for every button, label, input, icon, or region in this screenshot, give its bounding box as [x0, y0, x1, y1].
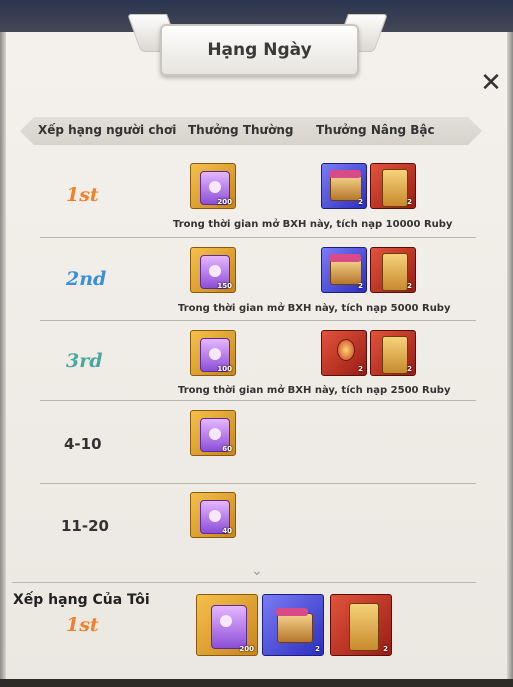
my-rank-value: 1st: [66, 614, 99, 636]
chest-icon: [276, 608, 313, 643]
reward-qty: 2: [358, 198, 363, 206]
reward-scroll-upgrade[interactable]: 2: [370, 163, 416, 209]
rank-range: 4-10: [64, 435, 102, 453]
rank-range: 11-20: [61, 517, 109, 535]
reward-qty: 2: [383, 645, 388, 653]
reward-chest-upgrade[interactable]: 2: [321, 163, 367, 209]
page-title: Hạng Ngày: [207, 40, 312, 60]
section-divider: [12, 582, 476, 583]
badge-icon: [337, 339, 355, 361]
row-divider: [40, 237, 476, 238]
scroll-icon: [382, 169, 408, 207]
rank-3rd: 3rd: [66, 350, 103, 372]
reward-qty: 2: [358, 365, 363, 373]
row-divider: [40, 320, 476, 321]
reward-chest-upgrade[interactable]: 2: [321, 247, 367, 293]
scroll-icon: [382, 253, 408, 291]
my-rank-label: Xếp hạng Của Tôi: [13, 592, 150, 608]
close-icon[interactable]: ✕: [478, 70, 504, 96]
reward-qty: 2: [407, 198, 412, 206]
reward-qty: 100: [217, 365, 232, 373]
scroll-icon: [349, 603, 379, 651]
scroll-icon: [382, 336, 408, 374]
reward-card-normal[interactable]: 40: [190, 492, 236, 538]
header-normal-reward: Thưởng Thường: [188, 123, 294, 137]
reward-qty: 2: [407, 282, 412, 290]
bottom-bar: [0, 679, 513, 687]
reward-card-normal[interactable]: 200: [190, 163, 236, 209]
panel-edge-left: [0, 32, 6, 687]
upgrade-condition: Trong thời gian mở BXH này, tích nạp 500…: [178, 303, 451, 314]
reward-qty: 60: [222, 445, 232, 453]
header-rank: Xếp hạng người chơi: [38, 123, 177, 137]
reward-card-normal[interactable]: 100: [190, 330, 236, 376]
reward-qty: 2: [407, 365, 412, 373]
reward-qty: 200: [239, 645, 254, 653]
reward-qty: 40: [222, 527, 232, 535]
card-icon: [211, 605, 247, 649]
reward-qty: 200: [217, 198, 232, 206]
upgrade-condition: Trong thời gian mở BXH này, tích nạp 250…: [178, 385, 451, 396]
my-reward-scroll[interactable]: 2: [330, 594, 392, 656]
reward-qty: 2: [358, 282, 363, 290]
my-reward-card[interactable]: 200: [196, 594, 258, 656]
upgrade-condition: Trong thời gian mở BXH này, tích nạp 100…: [173, 219, 453, 230]
my-reward-chest[interactable]: 2: [262, 594, 324, 656]
title-banner: Hạng Ngày: [160, 24, 359, 76]
rank-2nd: 2nd: [66, 268, 107, 290]
panel-edge-right: [507, 32, 513, 687]
reward-scroll-upgrade[interactable]: 2: [370, 247, 416, 293]
reward-badge-upgrade[interactable]: 2: [321, 330, 367, 376]
row-divider: [40, 483, 476, 484]
reward-scroll-upgrade[interactable]: 2: [370, 330, 416, 376]
reward-card-normal[interactable]: 150: [190, 247, 236, 293]
reward-qty: 150: [217, 282, 232, 290]
header-upgrade-reward: Thưởng Nâng Bậc: [316, 123, 435, 137]
row-divider: [40, 400, 476, 401]
reward-qty: 2: [315, 645, 320, 653]
chevron-down-icon[interactable]: ⌄: [251, 563, 263, 579]
rank-1st: 1st: [66, 184, 99, 206]
reward-card-normal[interactable]: 60: [190, 410, 236, 456]
